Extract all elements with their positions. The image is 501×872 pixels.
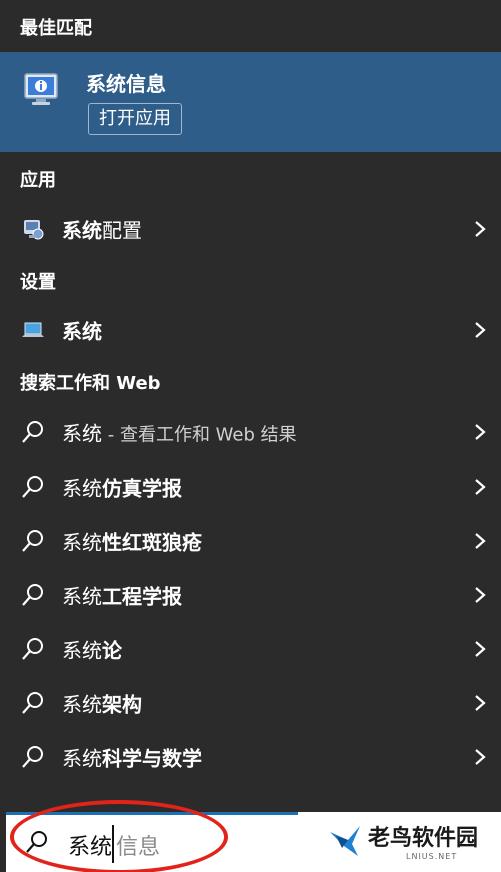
system-config-icon (24, 220, 44, 240)
web-result-label: 系统论 (62, 638, 122, 663)
chevron-right-icon[interactable] (473, 477, 487, 497)
web-result-item[interactable]: 系统 - 查看工作和 Web 结果 (0, 405, 501, 459)
web-result-item[interactable]: 系统性红斑狼疮 (0, 514, 501, 568)
chevron-right-icon[interactable] (473, 219, 487, 239)
search-icon (22, 584, 43, 606)
search-icon (22, 476, 43, 498)
web-result-item[interactable]: 系统架构 (0, 676, 501, 730)
settings-header: 设置 (20, 272, 56, 293)
web-result-item[interactable]: 系统仿真学报 (0, 460, 501, 514)
best-match-title: 系统信息 (86, 72, 166, 96)
web-search-header: 搜索工作和 Web (20, 373, 161, 394)
web-result-label: 系统科学与数学 (62, 746, 202, 771)
web-result-item[interactable]: 系统工程学报 (0, 568, 501, 622)
watermark: 老鸟软件园 LNIUS.NET (298, 812, 501, 872)
search-icon (22, 421, 43, 443)
web-result-label: 系统工程学报 (62, 584, 182, 609)
best-match-item[interactable]: 系统信息 打开应用 (0, 52, 501, 152)
chevron-right-icon[interactable] (473, 639, 487, 659)
web-result-label: 系统 - 查看工作和 Web 结果 (62, 421, 297, 446)
settings-item-label: 系统 (62, 319, 102, 344)
search-icon (22, 692, 43, 714)
search-icon (22, 530, 43, 552)
search-icon (22, 746, 43, 768)
web-result-label: 系统性红斑狼疮 (62, 530, 202, 555)
highlight-ring (10, 800, 228, 872)
bird-logo-icon (330, 826, 360, 856)
chevron-right-icon[interactable] (473, 585, 487, 605)
system-info-icon (24, 73, 58, 105)
app-item-system-config[interactable]: 系统配置 (0, 202, 501, 256)
search-icon (22, 638, 43, 660)
chevron-right-icon[interactable] (473, 320, 487, 340)
settings-item-system[interactable]: 系统 (0, 303, 501, 357)
web-result-label: 系统仿真学报 (62, 476, 182, 501)
chevron-right-icon[interactable] (473, 531, 487, 551)
apps-header: 应用 (20, 170, 56, 191)
laptop-icon (22, 322, 44, 337)
best-match-header: 最佳匹配 (20, 18, 92, 39)
watermark-name: 老鸟软件园 (368, 826, 479, 851)
web-result-item[interactable]: 系统论 (0, 622, 501, 676)
app-item-label: 系统配置 (62, 218, 142, 243)
chevron-right-icon[interactable] (473, 693, 487, 713)
chevron-right-icon[interactable] (473, 747, 487, 767)
open-app-button[interactable]: 打开应用 (88, 103, 182, 135)
watermark-sub: LNIUS.NET (406, 852, 458, 861)
web-result-item[interactable]: 系统科学与数学 (0, 730, 501, 784)
chevron-right-icon[interactable] (473, 422, 487, 442)
web-result-label: 系统架构 (62, 692, 142, 717)
